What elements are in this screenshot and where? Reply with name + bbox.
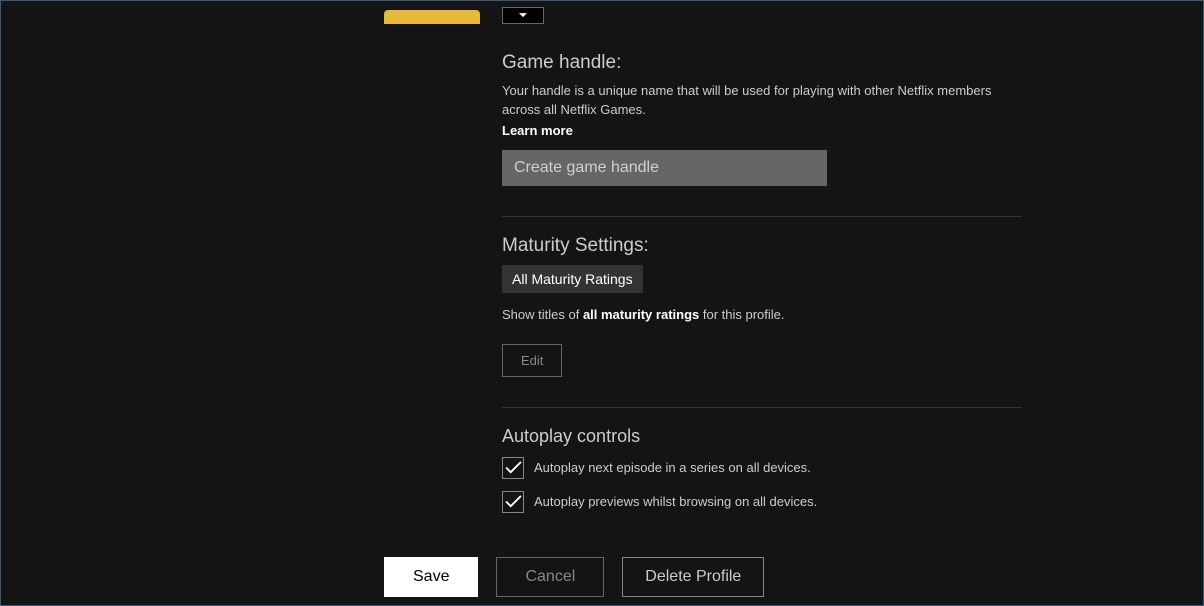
language-dropdown[interactable] xyxy=(502,7,544,24)
divider xyxy=(502,216,1022,217)
maturity-badge: All Maturity Ratings xyxy=(502,265,643,293)
chevron-down-icon xyxy=(519,13,527,18)
maturity-description: Show titles of all maturity ratings for … xyxy=(502,307,1022,322)
cancel-button[interactable]: Cancel xyxy=(496,557,604,597)
game-handle-input[interactable] xyxy=(502,150,827,186)
profile-avatar[interactable] xyxy=(384,10,480,24)
save-button[interactable]: Save xyxy=(384,557,478,597)
checkmark-icon xyxy=(505,495,522,508)
game-handle-title: Game handle: xyxy=(502,52,1022,74)
edit-maturity-button[interactable]: Edit xyxy=(502,344,562,377)
autoplay-title: Autoplay controls xyxy=(502,426,1022,447)
autoplay-previews-checkbox[interactable] xyxy=(502,491,524,513)
maturity-title: Maturity Settings: xyxy=(502,235,1022,257)
autoplay-next-episode-checkbox[interactable] xyxy=(502,457,524,479)
checkmark-icon xyxy=(505,461,522,474)
game-handle-description: Your handle is a unique name that will b… xyxy=(502,82,1022,120)
footer-actions: Save Cancel Delete Profile xyxy=(384,557,764,605)
divider xyxy=(502,407,1022,408)
delete-profile-button[interactable]: Delete Profile xyxy=(622,557,764,597)
learn-more-link[interactable]: Learn more xyxy=(502,123,573,138)
autoplay-next-episode-label: Autoplay next episode in a series on all… xyxy=(534,460,811,475)
autoplay-previews-label: Autoplay previews whilst browsing on all… xyxy=(534,494,817,509)
